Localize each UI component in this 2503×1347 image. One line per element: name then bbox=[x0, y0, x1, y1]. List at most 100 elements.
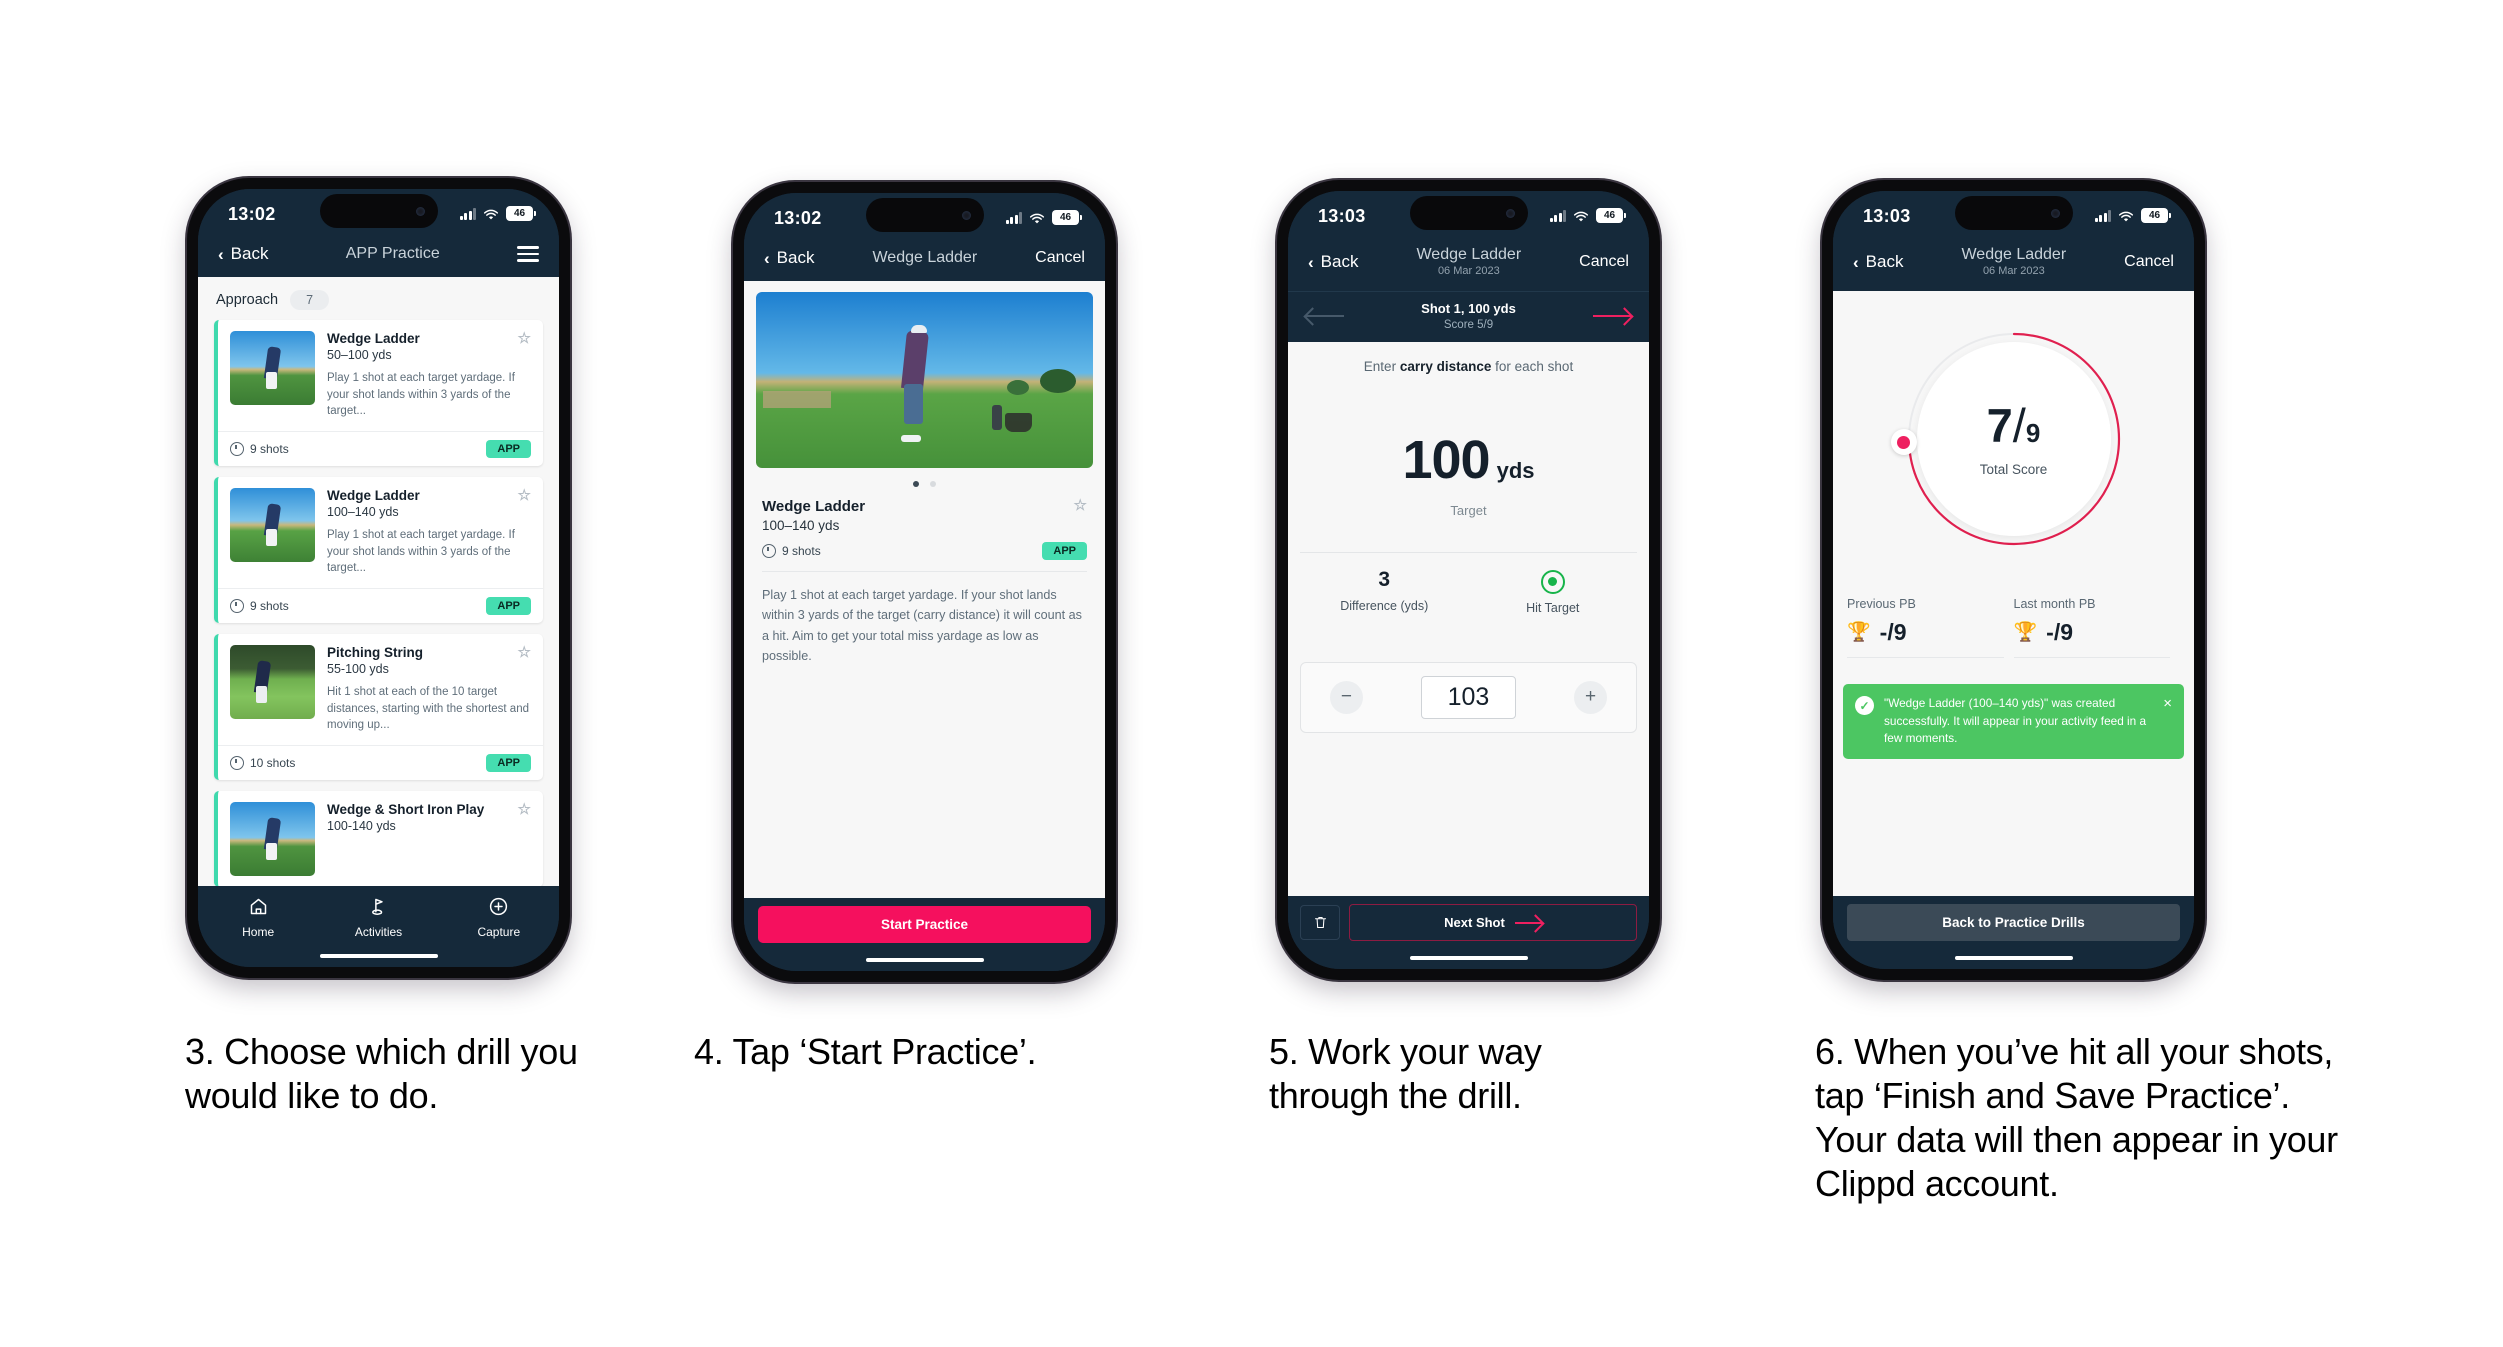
drill-list-body: Approach 7 Wedge Ladder ☆ 50–100 yds Pla… bbox=[198, 277, 559, 887]
battery-indicator: 46 bbox=[1052, 210, 1082, 225]
drill-detail-description: Play 1 shot at each target yardage. If y… bbox=[762, 588, 1082, 664]
drill-card-text: Pitching String ☆ 55-100 yds Hit 1 shot … bbox=[327, 645, 531, 734]
drill-detail-body: Wedge Ladder ☆ 100–140 yds 9 shots APP P… bbox=[744, 281, 1105, 898]
drill-card-text: Wedge Ladder ☆ 100–140 yds Play 1 shot a… bbox=[327, 488, 531, 577]
cta-container: Start Practice bbox=[744, 898, 1105, 949]
toast-message: "Wedge Ladder (100–140 yds)" was created… bbox=[1884, 696, 2147, 746]
dynamic-island bbox=[1409, 196, 1528, 230]
carry-distance-input[interactable]: 103 bbox=[1420, 675, 1517, 719]
battery-indicator: 46 bbox=[2141, 208, 2171, 223]
nav-bar-4: ‹ Back Wedge Ladder 06 Mar 2023 Cancel bbox=[1833, 237, 2194, 292]
phone-1-drill-list: 13:02 46 ‹ Back APP Practice Approach 7 … bbox=[187, 178, 570, 978]
target-value: 100 bbox=[1402, 430, 1490, 491]
caption-step-5: 5. Work your way through the drill. bbox=[1269, 1031, 1542, 1116]
entry-prompt: Enter carry distance for each shot bbox=[1288, 342, 1649, 374]
shot-stats-row: 3 Difference (yds) Hit Target bbox=[1300, 552, 1637, 615]
drill-card[interactable]: Wedge Ladder ☆ 100–140 yds Play 1 shot a… bbox=[214, 477, 543, 624]
caption-step-6: 6. When you’ve hit all your shots, tap ‘… bbox=[1815, 1031, 2338, 1204]
drill-yardage: 100–140 yds bbox=[327, 505, 399, 520]
target-hit-icon bbox=[1540, 569, 1565, 594]
next-shot-arrow-icon[interactable] bbox=[1593, 309, 1631, 323]
section-label: Approach bbox=[216, 292, 279, 308]
drill-card-text: Wedge & Short Iron Play ☆ 100-140 yds bbox=[327, 802, 531, 876]
camera-dot bbox=[415, 206, 425, 216]
drill-detail-meta: 9 shots APP bbox=[744, 533, 1105, 571]
back-to-practice-drills-button[interactable]: Back to Practice Drills bbox=[1847, 904, 2180, 941]
drill-thumbnail bbox=[230, 645, 315, 720]
previous-shot-arrow-icon[interactable] bbox=[1306, 309, 1344, 323]
status-indicators: 46 bbox=[2094, 205, 2171, 223]
target-label: Target bbox=[1450, 503, 1487, 519]
last-month-pb: Last month PB 🏆 -/9 bbox=[2013, 597, 2181, 659]
start-practice-button[interactable]: Start Practice bbox=[758, 906, 1091, 943]
drill-category-badge: APP bbox=[486, 754, 531, 773]
home-indicator bbox=[1833, 947, 2194, 969]
score-slash: / bbox=[2012, 398, 2026, 452]
favorite-star-icon[interactable]: ☆ bbox=[518, 488, 531, 503]
favorite-star-icon[interactable]: ☆ bbox=[518, 802, 531, 817]
nav-bar-3: ‹ Back Wedge Ladder 06 Mar 2023 Cancel bbox=[1288, 237, 1649, 292]
previous-pb-value-row: 🏆 -/9 bbox=[1847, 619, 2004, 646]
back-button[interactable]: ‹ Back bbox=[764, 248, 814, 268]
tab-activities[interactable]: Activities bbox=[319, 896, 438, 939]
favorite-star-icon[interactable]: ☆ bbox=[518, 645, 531, 660]
drill-card[interactable]: Wedge Ladder ☆ 50–100 yds Play 1 shot at… bbox=[214, 320, 543, 467]
total-score-value: 7/9 bbox=[1987, 402, 2041, 449]
cancel-button[interactable]: Cancel bbox=[1035, 249, 1085, 267]
hamburger-menu-icon[interactable] bbox=[517, 246, 539, 262]
next-shot-button[interactable]: Next Shot bbox=[1349, 904, 1637, 941]
wifi-icon bbox=[1029, 212, 1045, 224]
page-title: Wedge Ladder bbox=[872, 248, 978, 266]
drill-shots: 9 shots bbox=[230, 442, 289, 457]
chevron-left-icon: ‹ bbox=[1853, 252, 1859, 272]
favorite-star-icon[interactable]: ☆ bbox=[1074, 498, 1087, 513]
drill-hero-image bbox=[756, 292, 1093, 468]
dynamic-island bbox=[865, 198, 984, 232]
increment-button[interactable]: + bbox=[1574, 680, 1608, 714]
page-title-main: Wedge Ladder bbox=[1961, 246, 2067, 263]
back-button[interactable]: ‹ Back bbox=[1308, 252, 1358, 272]
cellular-signal-icon bbox=[2094, 209, 2111, 222]
drill-thumbnail bbox=[230, 802, 315, 877]
drill-card-main: Wedge Ladder ☆ 50–100 yds Play 1 shot at… bbox=[218, 320, 543, 431]
difference-label: Difference (yds) bbox=[1340, 599, 1429, 614]
divider bbox=[1847, 657, 2004, 659]
result-footer: Back to Practice Drills bbox=[1833, 896, 2194, 947]
drill-shots-label: 9 shots bbox=[782, 544, 821, 558]
drill-card[interactable]: Pitching String ☆ 55-100 yds Hit 1 shot … bbox=[214, 634, 543, 781]
wifi-icon bbox=[2118, 210, 2134, 222]
drill-detail-title-row: Wedge Ladder ☆ bbox=[744, 498, 1105, 515]
back-label: Back bbox=[230, 244, 269, 263]
wifi-icon bbox=[483, 208, 499, 220]
drill-card[interactable]: Wedge & Short Iron Play ☆ 100-140 yds bbox=[214, 791, 543, 887]
previous-pb-label: Previous PB bbox=[1847, 597, 1916, 612]
screenshot-root: 13:02 46 ‹ Back APP Practice Approach 7 … bbox=[0, 0, 2503, 1347]
difference-value: 3 bbox=[1378, 568, 1391, 592]
drill-description: Play 1 shot at each target yardage. If y… bbox=[327, 372, 515, 418]
page-title-main: Wedge Ladder bbox=[1416, 246, 1522, 263]
favorite-star-icon[interactable]: ☆ bbox=[518, 331, 531, 346]
success-toast: ✓ "Wedge Ladder (100–140 yds)" was creat… bbox=[1843, 684, 2184, 760]
back-button[interactable]: ‹ Back bbox=[1853, 252, 1903, 272]
page-title: Wedge Ladder 06 Mar 2023 bbox=[1416, 246, 1521, 278]
shot-score: Score 5/9 bbox=[1443, 319, 1494, 332]
clock-icon bbox=[230, 442, 244, 457]
page-title-date: 06 Mar 2023 bbox=[1437, 265, 1500, 278]
tab-capture[interactable]: Capture bbox=[439, 896, 558, 939]
drill-category-badge: APP bbox=[486, 597, 531, 616]
previous-pb-value: -/9 bbox=[1879, 619, 1907, 646]
decrement-button[interactable]: − bbox=[1329, 680, 1363, 714]
status-indicators: 46 bbox=[459, 203, 536, 221]
difference-stat: 3 Difference (yds) bbox=[1300, 568, 1469, 615]
back-button[interactable]: ‹ Back bbox=[218, 244, 268, 264]
drill-card-footer: 9 shots APP bbox=[218, 431, 543, 466]
drill-description: Play 1 shot at each target yardage. If y… bbox=[327, 529, 515, 575]
trash-icon[interactable] bbox=[1300, 905, 1340, 940]
close-icon[interactable]: × bbox=[2163, 696, 2172, 711]
cancel-button[interactable]: Cancel bbox=[1579, 253, 1629, 271]
cancel-button[interactable]: Cancel bbox=[2124, 253, 2174, 271]
carousel-dots[interactable] bbox=[744, 468, 1105, 498]
drill-thumbnail bbox=[230, 331, 315, 405]
tab-home[interactable]: Home bbox=[199, 896, 318, 939]
tab-activities-label: Activities bbox=[354, 925, 403, 940]
